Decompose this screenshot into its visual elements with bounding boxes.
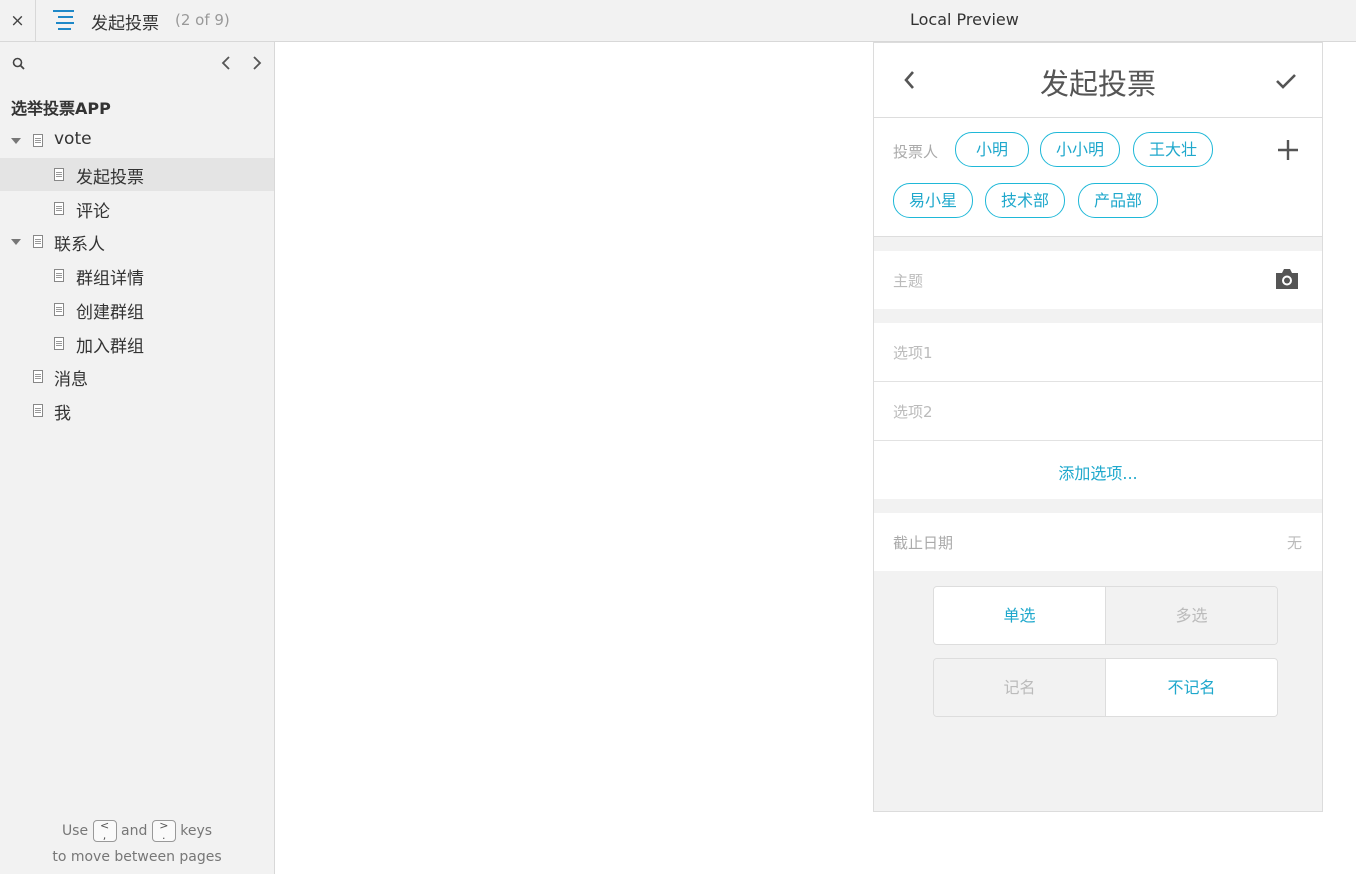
voters-section: 投票人 小明 小小明 王大壮 易小星 技术部 产品部 [874,118,1322,237]
subject-input[interactable]: 主题 [893,270,923,291]
chevron-right-icon[interactable] [247,53,265,73]
voter-chip[interactable]: 易小星 [893,183,973,218]
page-icon [54,168,64,181]
page-icon [33,370,43,383]
keyboard-hint: Use < , and > . keys to move between pag… [0,818,274,870]
page-icon [54,202,64,215]
tree-item-label: 创建群组 [76,303,144,323]
menu-icon[interactable] [53,10,74,30]
add-option-row[interactable]: 添加选项... [874,441,1322,499]
tree-item-label: 评论 [76,202,110,222]
option-row-2[interactable]: 选项2 [874,382,1322,441]
close-icon: × [10,10,25,31]
tree-item-contacts[interactable]: 联系人 [0,225,274,258]
voter-chip[interactable]: 小小明 [1040,132,1120,167]
page-icon [33,404,43,417]
search-icon[interactable] [11,56,27,72]
phone-preview: 发起投票 投票人 小明 小小明 王大壮 易小星 技术部 产品部 主题 选项1 选… [873,42,1323,812]
close-button[interactable]: × [0,0,36,41]
hint-keys: keys [180,823,213,839]
tree-item-join-group[interactable]: 加入群组 [0,327,274,360]
tree-item-label: 消息 [54,370,88,390]
tree-item-label: 我 [54,404,71,424]
anonymous-button[interactable]: 不记名 [1105,659,1277,716]
project-title: 选举投票APP [11,99,111,118]
page-icon [54,303,64,316]
tree-item-vote[interactable]: vote [0,124,274,157]
tree-item-create-group[interactable]: 创建群组 [0,293,274,326]
key-prev: < , [92,820,117,842]
tree-item-me[interactable]: 我 [0,394,274,427]
hint-use: Use [61,823,89,839]
tree-item-messages[interactable]: 消息 [0,360,274,393]
page-title: 发起投票 [91,14,159,34]
screen-title: 发起投票 [1039,67,1156,101]
naming-toggle: 记名 不记名 [933,658,1278,717]
page-count: (2 of 9) [175,11,230,29]
page-icon [33,134,43,147]
tree-item-label: vote [54,129,92,149]
hint-line2: to move between pages [52,849,222,865]
page-icon [54,269,64,282]
expand-arrow-icon[interactable] [11,239,21,245]
sidebar: 选举投票APP vote 发起投票 评论 联系人 群组详情 创建群组 加入群组 … [0,42,275,874]
voter-chip[interactable]: 技术部 [985,183,1065,218]
named-button[interactable]: 记名 [934,659,1105,716]
deadline-row[interactable]: 截止日期 无 [874,513,1322,571]
tree-item-label: 群组详情 [76,269,144,289]
plus-icon[interactable] [1274,136,1302,164]
preview-label: Local Preview [910,10,1019,29]
single-choice-button[interactable]: 单选 [934,587,1105,644]
tree-item-label: 加入群组 [76,337,144,357]
tree-item-comments[interactable]: 评论 [0,192,274,225]
check-icon[interactable] [1272,67,1300,95]
key-next: > . [151,820,176,842]
option-1-input[interactable]: 选项1 [893,342,933,363]
choice-type-toggle: 单选 多选 [933,586,1278,645]
voters-label: 投票人 [893,143,939,161]
voter-chip[interactable]: 王大壮 [1133,132,1213,167]
page-icon [33,235,43,248]
tree-item-label: 联系人 [54,235,105,255]
tree-item-group-details[interactable]: 群组详情 [0,259,274,292]
top-bar: × 发起投票 (2 of 9) Local Preview [0,0,1356,42]
camera-icon[interactable] [1273,267,1301,291]
chevron-left-icon[interactable] [218,53,236,73]
page-icon [54,337,64,350]
subject-row[interactable]: 主题 [874,251,1322,309]
voter-chip[interactable]: 小明 [955,132,1029,167]
voter-chip[interactable]: 产品部 [1078,183,1158,218]
multi-choice-button[interactable]: 多选 [1105,587,1277,644]
tree-item-start-vote[interactable]: 发起投票 [0,158,274,191]
expand-arrow-icon[interactable] [11,138,21,144]
option-row-1[interactable]: 选项1 [874,323,1322,382]
deadline-label: 截止日期 [893,534,954,552]
add-option-button[interactable]: 添加选项... [874,460,1322,484]
hint-and: and [121,823,148,839]
deadline-value: 无 [1286,534,1302,552]
nav-bar: 发起投票 [874,43,1322,118]
tree-item-label: 发起投票 [76,168,144,188]
option-2-input[interactable]: 选项2 [893,401,933,422]
